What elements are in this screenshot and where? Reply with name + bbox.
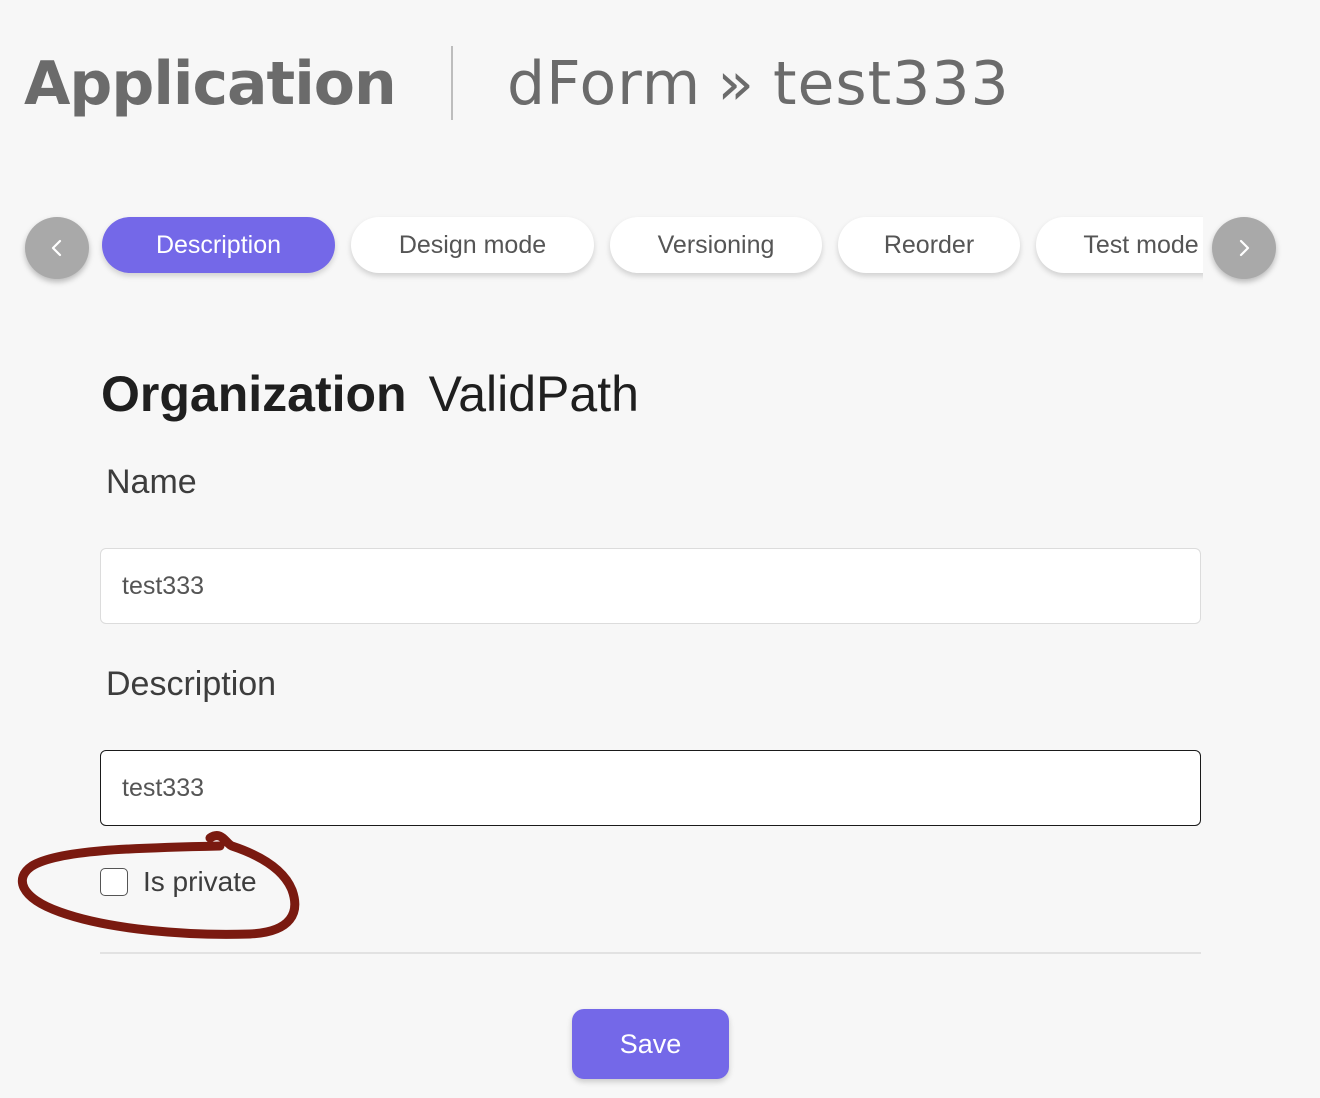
header-divider [451, 46, 453, 120]
tab-test-mode[interactable]: Test mode [1036, 217, 1203, 273]
organization-label: Organization [101, 366, 407, 422]
description-label: Description [106, 665, 277, 703]
chevron-left-icon [51, 239, 62, 257]
name-label: Name [106, 463, 197, 501]
tabs-track: Description Design mode Versioning Reord… [102, 217, 1203, 273]
tab-reorder[interactable]: Reorder [838, 217, 1020, 273]
breadcrumb-current: test333 [772, 49, 1010, 119]
tabs-prev-button[interactable] [25, 217, 89, 279]
breadcrumb-parent[interactable]: dForm [507, 49, 701, 119]
tab-versioning[interactable]: Versioning [610, 217, 822, 273]
tab-description[interactable]: Description [102, 217, 335, 273]
organization-value: ValidPath [428, 366, 639, 422]
name-input[interactable] [100, 548, 1201, 624]
breadcrumb: dForm» test333 [507, 44, 1010, 124]
tabs-next-button[interactable] [1212, 217, 1276, 279]
tab-design-mode[interactable]: Design mode [351, 217, 594, 273]
section-divider [100, 952, 1201, 954]
save-button[interactable]: Save [572, 1009, 729, 1079]
is-private-checkbox[interactable] [100, 868, 128, 896]
organization-heading: Organization ValidPath [101, 362, 639, 426]
application-page: Application dForm» test333 Description De… [0, 0, 1320, 1098]
is-private-row[interactable]: Is private [100, 866, 257, 898]
page-title: Application [24, 49, 397, 119]
tabs-bar: Description Design mode Versioning Reord… [95, 205, 1203, 295]
breadcrumb-separator: » [717, 49, 755, 119]
description-input[interactable] [100, 750, 1201, 826]
is-private-label[interactable]: Is private [143, 866, 257, 898]
chevron-right-icon [1239, 239, 1250, 257]
